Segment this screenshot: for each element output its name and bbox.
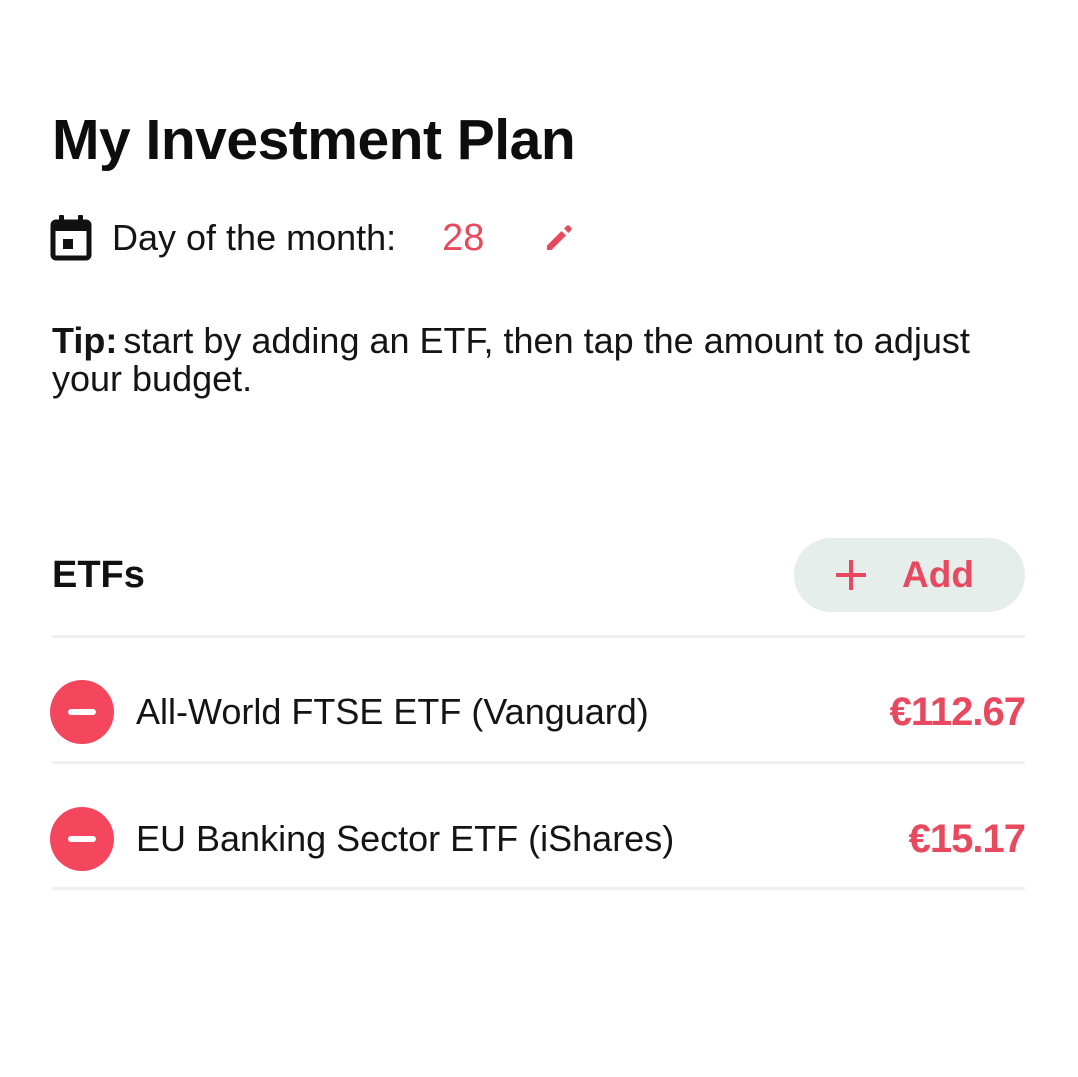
day-of-month-value[interactable]: 28 <box>442 217 484 260</box>
divider <box>52 887 1025 890</box>
etf-section-header: ETFs Add <box>52 538 1025 612</box>
tip-body: start by adding an ETF, then tap the amo… <box>52 320 970 399</box>
calendar-icon <box>50 215 92 261</box>
minus-icon <box>68 836 96 842</box>
tip-prefix: Tip: <box>52 320 118 361</box>
etf-amount[interactable]: €15.17 <box>909 817 1026 862</box>
divider <box>52 635 1025 638</box>
remove-etf-button[interactable] <box>50 807 114 871</box>
divider <box>52 761 1025 764</box>
tip-text: Tip: start by adding an ETF, then tap the… <box>52 322 1032 398</box>
edit-day-button[interactable] <box>542 221 576 255</box>
etf-amount[interactable]: €112.67 <box>890 690 1026 735</box>
day-of-month-label: Day of the month: <box>112 217 397 258</box>
etf-name: EU Banking Sector ETF (iShares) <box>136 818 675 859</box>
pencil-icon <box>547 225 573 250</box>
minus-icon <box>68 709 96 715</box>
etf-row: EU Banking Sector ETF (iShares) €15.17 <box>50 805 1026 873</box>
etf-row: All-World FTSE ETF (Vanguard) €112.67 <box>50 678 1026 746</box>
etf-name: All-World FTSE ETF (Vanguard) <box>136 691 649 732</box>
plus-icon <box>836 560 866 590</box>
investment-plan-screen: My Investment Plan Day of the month: 28 … <box>0 0 1078 1077</box>
page-title: My Investment Plan <box>52 108 576 172</box>
day-of-month-row: Day of the month: 28 <box>50 212 576 264</box>
etf-section-heading: ETFs <box>52 553 145 596</box>
remove-etf-button[interactable] <box>50 680 114 744</box>
add-button-label: Add <box>902 554 974 595</box>
add-etf-button[interactable]: Add <box>794 538 1025 612</box>
